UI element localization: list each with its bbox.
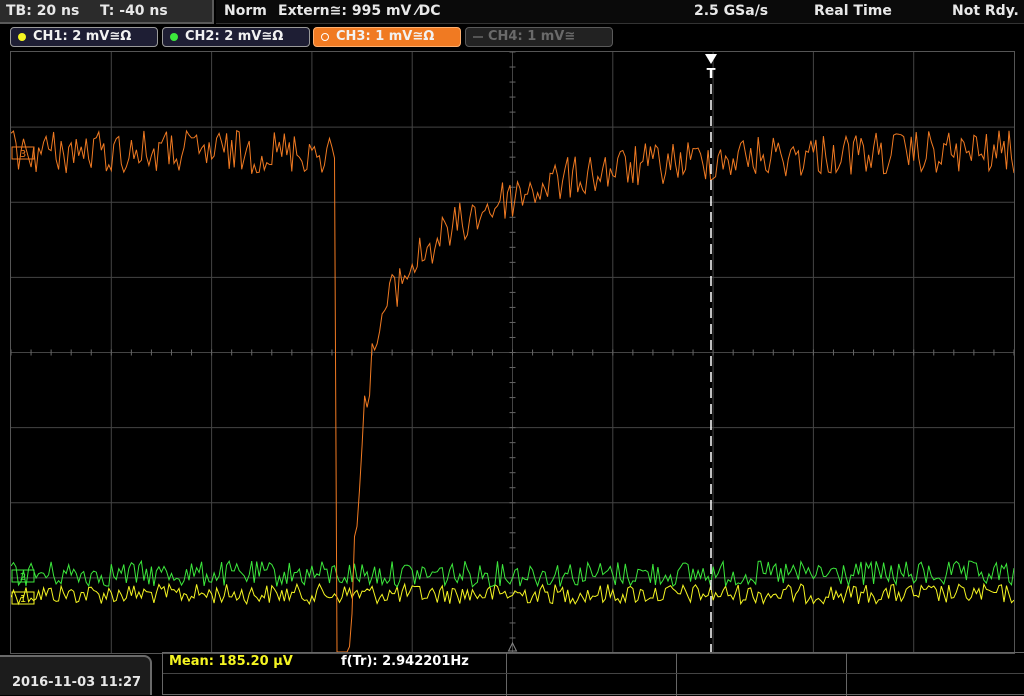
waveform-canvas: T 3 2 1	[11, 52, 1014, 653]
acquisition-status-bar: Norm Extern≅: 995 mV ⁄DC 2.5 GSa/s Real …	[216, 0, 1024, 24]
frequency-measurement[interactable]: f(Tr): 2.942201Hz	[341, 654, 469, 672]
tab-ch2[interactable]: CH2: 2 mV≅Ω	[162, 27, 310, 47]
trigger-source[interactable]: Extern≅: 995 mV ⁄DC	[278, 3, 440, 19]
tab-ch3[interactable]: CH3: 1 mV≅Ω	[313, 27, 461, 47]
trigger-offset-readout[interactable]: T: -40 ns	[100, 3, 168, 19]
datetime-panel: 2016-11-03 11:27	[0, 655, 152, 695]
tab-ch3-label: CH3: 1 mV≅Ω	[336, 29, 435, 44]
meas-divider	[506, 653, 507, 696]
acquisition-mode[interactable]: Norm	[224, 3, 267, 19]
markers: T 3 2 1	[11, 54, 717, 653]
ch1-offset-marker-label: 1	[20, 594, 26, 605]
meas-row-divider	[163, 673, 1024, 674]
trigger-state: Not Rdy.	[952, 3, 1019, 19]
ch2-color-icon	[170, 33, 178, 41]
tab-ch4-label: CH4: 1 mV≅	[488, 29, 576, 44]
ch3-color-icon	[321, 33, 329, 41]
trigger-marker-label: T	[707, 67, 716, 82]
tab-ch2-label: CH2: 2 mV≅Ω	[185, 29, 284, 44]
time-mode: Real Time	[814, 3, 892, 19]
timebase-panel[interactable]: TB: 20 ns T: -40 ns	[0, 0, 214, 24]
tab-ch1[interactable]: CH1: 2 mV≅Ω	[10, 27, 158, 47]
ch1-color-icon	[18, 33, 26, 41]
ch3-offset-marker-label: 3	[20, 149, 26, 160]
mean-measurement[interactable]: Mean: 185.20 µV	[169, 654, 293, 672]
ch4-off-icon	[473, 36, 483, 38]
sample-rate: 2.5 GSa/s	[694, 3, 769, 19]
meas-divider	[676, 653, 677, 696]
meas-divider	[846, 653, 847, 696]
tab-ch4[interactable]: CH4: 1 mV≅	[465, 27, 613, 47]
tab-ch1-label: CH1: 2 mV≅Ω	[33, 29, 132, 44]
datetime-readout: 2016-11-03 11:27	[12, 675, 142, 690]
waveform-display[interactable]: T 3 2 1	[10, 51, 1015, 654]
trigger-arrow-icon	[705, 54, 717, 64]
timebase-readout[interactable]: TB: 20 ns	[6, 3, 79, 19]
channel-tabs: CH1: 2 mV≅Ω CH2: 2 mV≅Ω CH3: 1 mV≅Ω CH4:…	[0, 25, 1024, 49]
measurement-panel[interactable]: Mean: 185.20 µV f(Tr): 2.942201Hz	[162, 652, 1024, 696]
ch2-offset-marker-label: 2	[20, 572, 26, 583]
